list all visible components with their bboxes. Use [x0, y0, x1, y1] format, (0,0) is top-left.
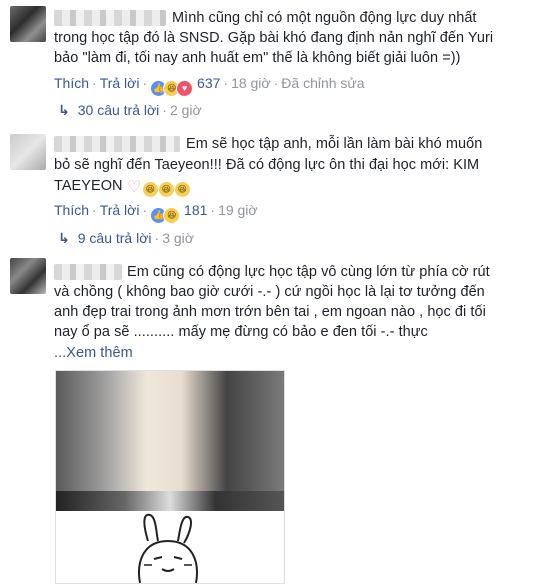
- reactions[interactable]: 👍 😆 181: [150, 202, 208, 224]
- reply-arrow-icon: ↳: [58, 230, 70, 246]
- comment-text-line: bảo "làm đi, tối nay anh huất em" thế là…: [54, 50, 461, 66]
- see-more-link[interactable]: ...Xem thêm: [54, 343, 133, 363]
- heart-emoji-icon: ♡: [126, 179, 142, 196]
- comment-time[interactable]: 19 giờ: [218, 202, 258, 218]
- laughing-emoji-icon: 😆: [158, 182, 174, 197]
- laughing-emoji-icon: 😆: [142, 182, 158, 197]
- replies-count[interactable]: 30 câu trả lời: [78, 102, 160, 118]
- comment-text-line: bỏ sẽ nghĩ đến Taeyeon!!! Đã có động lực…: [54, 157, 480, 173]
- reactions[interactable]: 👍 😆 ♥ 637: [150, 75, 221, 97]
- commenter-avatar[interactable]: [10, 134, 46, 170]
- reply-link[interactable]: Trả lời: [100, 202, 140, 218]
- blurred-commenter-name[interactable]: [54, 264, 122, 280]
- comment-text-line: Mình cũng chỉ có một nguồn động lực duy …: [172, 10, 477, 26]
- commenter-avatar[interactable]: [10, 6, 46, 42]
- comment-text-line: Em cũng có động lực học tập vô cùng lớn …: [127, 264, 490, 280]
- like-link[interactable]: Thích: [54, 202, 89, 218]
- photo-people: [56, 371, 284, 491]
- comment-photo[interactable]: [55, 370, 285, 584]
- laughing-emoji-icon: 😆: [174, 182, 190, 197]
- replies-time: 2 giờ: [169, 102, 202, 118]
- view-replies[interactable]: ↳ 9 câu trả lời · 3 giờ: [58, 229, 194, 247]
- like-link[interactable]: Thích: [54, 75, 89, 91]
- reaction-count: 637: [197, 75, 221, 91]
- view-replies[interactable]: ↳ 30 câu trả lời · 2 giờ: [58, 101, 202, 119]
- haha-reaction-icon: 😆: [163, 207, 181, 224]
- photo-bottom-strip: [56, 491, 284, 511]
- bunny-sticker-icon: [138, 513, 198, 583]
- comment-text-line: anh đẹp trai trong ảnh mơn trớn bên tai …: [54, 304, 486, 320]
- edited-label[interactable]: Đã chỉnh sửa: [281, 75, 364, 91]
- comment-text-line: trong học tập đó là SNSD. Gặp bài khó đa…: [54, 30, 494, 46]
- love-reaction-icon: ♥: [176, 80, 194, 97]
- replies-time: 3 giờ: [162, 230, 194, 246]
- reply-arrow-icon: ↳: [58, 102, 70, 118]
- comment-time[interactable]: 18 giờ: [231, 75, 271, 91]
- comment-text: TAEYEON: [54, 178, 123, 194]
- reaction-count: 181: [184, 202, 208, 218]
- comment-text-line-with-emoji: TAEYEON ♡ 😆 😆 😆: [54, 176, 191, 197]
- blurred-commenter-name[interactable]: [54, 10, 166, 26]
- commenter-avatar[interactable]: [10, 258, 46, 294]
- comment-text-line: và chồng ( không bao giờ cưới -.- ) cứ n…: [54, 284, 485, 300]
- comment-actions: Thích · Trả lời · 👍 😆 181 · 19 giờ: [54, 201, 258, 224]
- blurred-commenter-name[interactable]: [54, 136, 180, 152]
- replies-count[interactable]: 9 câu trả lời: [78, 230, 152, 246]
- reply-link[interactable]: Trả lời: [100, 75, 140, 91]
- comment-actions: Thích · Trả lời · 👍 😆 ♥ 637 · 18 giờ · Đã chỉnh sử…: [54, 74, 365, 97]
- comment-text-line: nay ổ pa sẽ .......... mấy mẹ đừng có bả…: [54, 324, 428, 340]
- comment-text-line: Em sẽ học tập anh, mỗi lần làm bài khó m…: [186, 136, 483, 152]
